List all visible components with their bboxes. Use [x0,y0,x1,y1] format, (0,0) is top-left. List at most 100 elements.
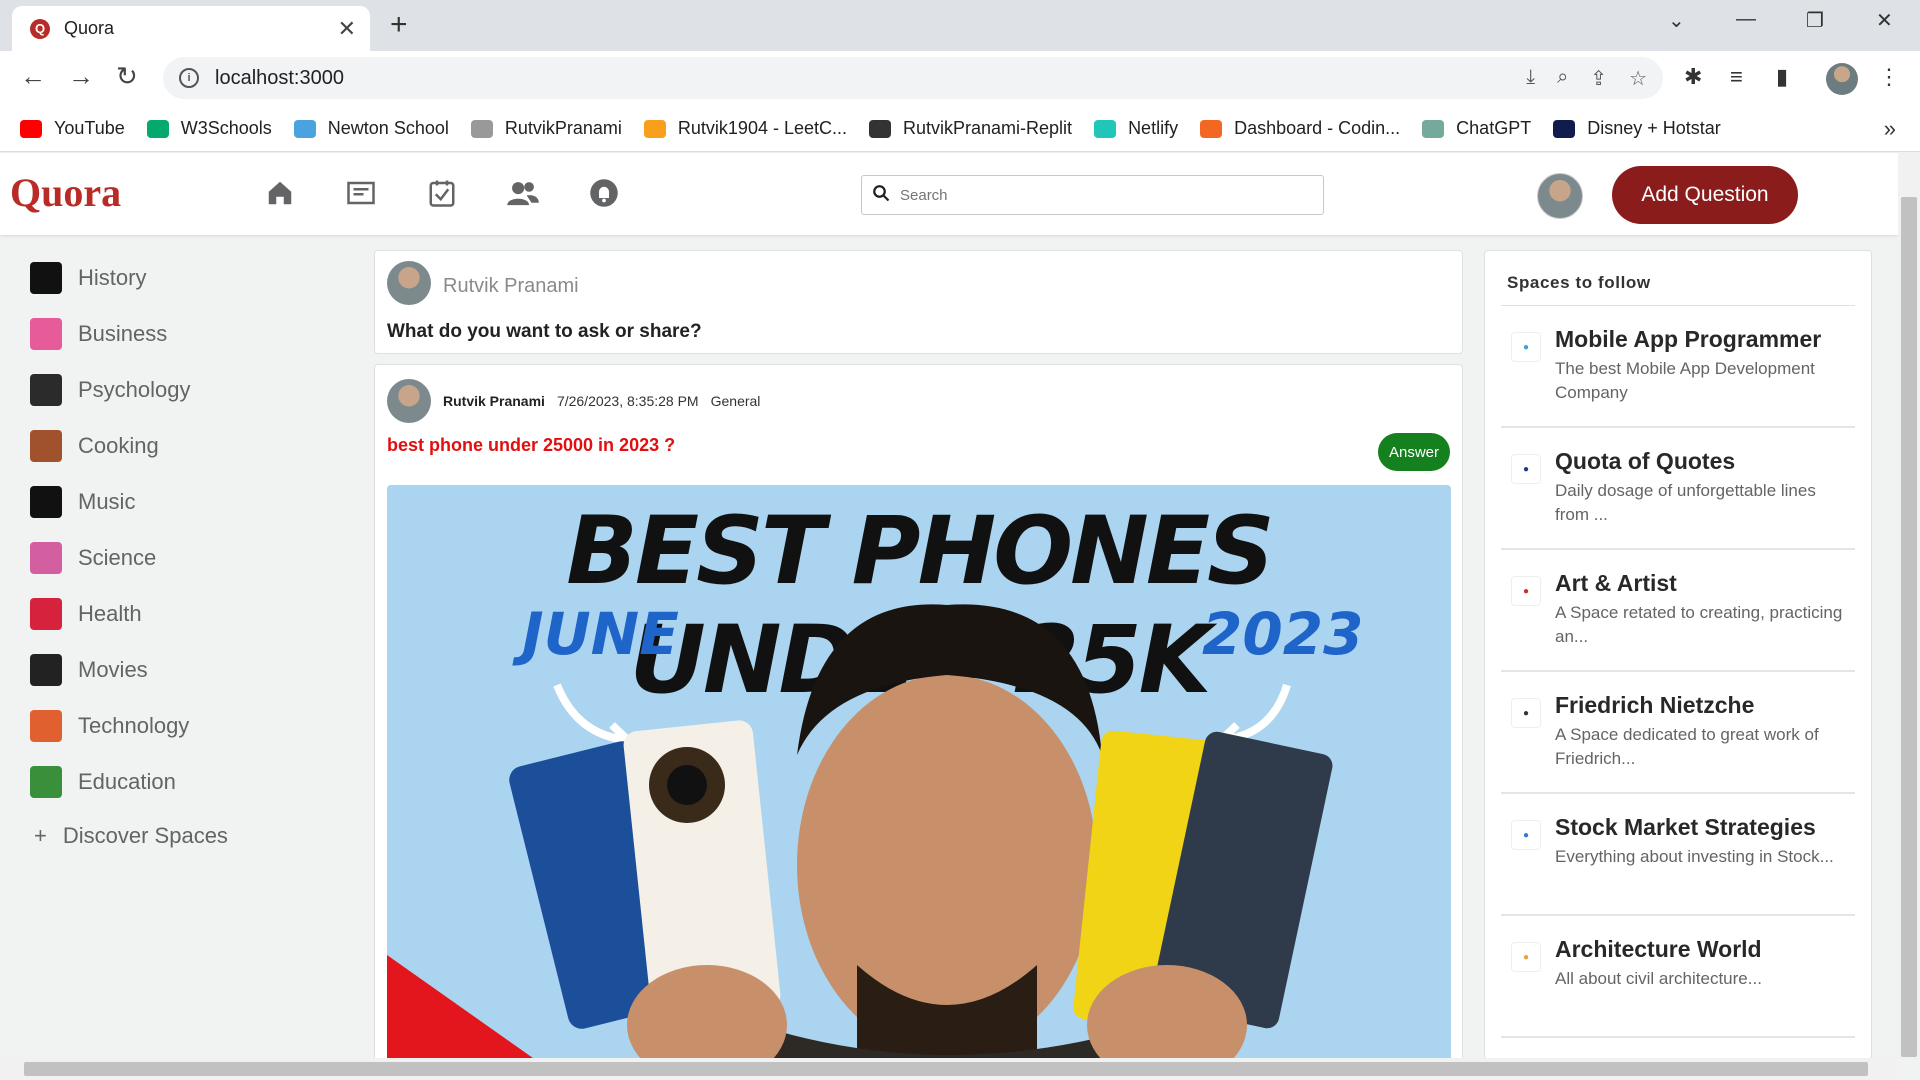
bookmark-item[interactable]: Newton School [293,118,449,139]
post-card: Rutvik Pranami 7/26/2023, 8:35:28 PM Gen… [374,364,1463,1064]
answer-button[interactable]: Answer [1378,433,1450,471]
bookmark-favicon-icon [1553,119,1576,138]
bookmark-label: ChatGPT [1456,118,1532,138]
ask-box[interactable]: Rutvik Pranami What do you want to ask o… [374,250,1463,354]
bookmark-label: RutvikPranami-Replit [903,118,1073,138]
search-input[interactable] [900,186,1300,204]
sidebar-item-label: Cooking [78,433,159,458]
new-tab-icon[interactable]: + [390,10,408,40]
sidebar-item[interactable]: Technology [30,698,340,754]
sidebar: History Business Psychology Cooking Music Sci… [30,250,340,862]
bookmark-item[interactable]: RutvikPranami [470,118,622,139]
topic-icon [30,430,62,462]
bookmark-item[interactable]: RutvikPranami-Replit [869,118,1072,139]
sidebar-item[interactable]: Movies [30,642,340,698]
space-item[interactable]: ● Friedrich Nietzche A Space dedicated to … [1501,672,1855,794]
media-icon[interactable]: ≡ [1730,64,1743,90]
url-text[interactable]: localhost:3000 [215,67,344,90]
topic-icon [30,374,62,406]
tab-title: Quora [64,18,115,38]
profile-avatar[interactable] [1826,63,1858,95]
ask-prompt[interactable]: What do you want to ask or share? [387,321,702,343]
tab-search-icon[interactable]: ⌄ [1668,8,1685,33]
minimize-icon[interactable]: — [1736,8,1756,31]
bookmark-star-icon[interactable]: ☆ [1629,66,1647,91]
bookmark-item[interactable]: Dashboard - Codin... [1200,118,1400,139]
space-title[interactable]: Stock Market Strategies [1555,814,1834,841]
back-icon[interactable]: ← [20,61,46,91]
browser-tab[interactable]: Q Quora ✕ [12,6,370,51]
add-question-button[interactable]: Add Question [1612,166,1798,224]
home-icon[interactable] [260,173,300,213]
sidebar-item-label: Health [78,601,142,626]
space-title[interactable]: Mobile App Programmer [1555,326,1845,353]
bookmark-item[interactable]: Rutvik1904 - LeetC... [643,118,847,139]
quora-logo[interactable]: Quora [10,169,121,216]
sidebar-item[interactable]: Business [30,306,340,362]
answer-icon[interactable] [422,173,462,213]
share-icon[interactable]: ⇪ [1590,66,1607,91]
forward-icon[interactable]: → [68,61,94,91]
space-icon: ● [1511,454,1541,484]
user-avatar[interactable] [1537,173,1583,219]
bookmark-favicon-icon [1094,119,1117,138]
space-item[interactable]: ● Quota of Quotes Daily dosage of unforget… [1501,428,1855,550]
close-window-icon[interactable]: ✕ [1876,8,1893,33]
side-panel-icon[interactable]: ▮ [1776,64,1788,90]
space-item[interactable]: ● Art & Artist A Space retated to creating… [1501,550,1855,672]
discover-spaces-link[interactable]: + Discover Spaces [30,810,340,862]
sidebar-item[interactable]: Music [30,474,340,530]
vertical-scrollbar[interactable] [1898,153,1920,1059]
sidebar-item-label: Movies [78,657,148,682]
spaces-icon[interactable] [503,173,543,213]
reload-icon[interactable]: ↻ [116,61,138,91]
sidebar-item-label: Business [78,321,168,346]
sidebar-item[interactable]: Cooking [30,418,340,474]
bookmark-label: W3Schools [180,118,272,138]
sidebar-item-label: History [78,265,147,290]
topic-icon [30,486,62,518]
sidebar-item[interactable]: Science [30,530,340,586]
bookmark-item[interactable]: YouTube [20,118,125,139]
space-title[interactable]: Quota of Quotes [1555,448,1845,475]
close-tab-icon[interactable]: ✕ [338,16,356,42]
space-item[interactable]: ● Stock Market Strategies Everything about… [1501,794,1855,916]
quora-favicon-icon: Q [30,18,50,39]
notifications-icon[interactable] [584,173,624,213]
zoom-icon[interactable]: ⌕ [1557,66,1568,91]
extensions-icon[interactable]: ✱ [1684,64,1702,90]
following-icon[interactable] [341,173,381,213]
search-box[interactable] [861,175,1324,215]
bookmark-item[interactable]: Netlify [1094,118,1178,139]
space-title[interactable]: Friedrich Nietzche [1555,692,1845,719]
space-title[interactable]: Art & Artist [1555,570,1845,597]
sidebar-item-label: Music [78,489,136,514]
post-question[interactable]: best phone under 25000 in 2023 ? [387,435,675,456]
bookmarks-bar: YouTube W3Schools Newton School RutvikPrana… [0,106,1920,152]
space-description: A Space retated to creating, practicing … [1555,603,1843,646]
space-icon: ● [1511,576,1541,606]
bookmark-item[interactable]: Disney + Hotstar [1553,118,1721,139]
space-item[interactable]: ● Architecture World All about civil archi… [1501,916,1855,1038]
restore-icon[interactable]: ❐ [1806,8,1824,33]
install-icon[interactable]: ⤓ [1526,66,1535,91]
space-description: A Space dedicated to great work of Fried… [1555,725,1819,768]
address-toolbar: ← → ↻ i localhost:3000 ⤓ ⌕ ⇪ ☆ ✱ ≡ ▮ ⋮ [0,51,1920,106]
sidebar-item[interactable]: Health [30,586,340,642]
sidebar-item[interactable]: Education [30,754,340,810]
sidebar-item[interactable]: Psychology [30,362,340,418]
site-info-icon[interactable]: i [179,68,199,88]
space-title[interactable]: Architecture World [1555,936,1762,963]
vertical-scroll-thumb[interactable] [1901,197,1917,1057]
horizontal-scroll-thumb[interactable] [24,1062,1868,1076]
sidebar-item[interactable]: History [30,250,340,306]
menu-icon[interactable]: ⋮ [1878,64,1900,90]
bookmark-item[interactable]: ChatGPT [1422,118,1531,139]
bookmark-favicon-icon [293,119,316,138]
search-icon [872,184,890,207]
horizontal-scrollbar[interactable] [0,1058,1898,1080]
bookmark-item[interactable]: W3Schools [146,118,272,139]
more-bookmarks-icon[interactable]: » [1884,116,1896,142]
omnibox[interactable]: i localhost:3000 ⤓ ⌕ ⇪ ☆ [163,57,1663,99]
space-item[interactable]: ● Mobile App Programmer The best Mobile Ap… [1501,306,1855,428]
